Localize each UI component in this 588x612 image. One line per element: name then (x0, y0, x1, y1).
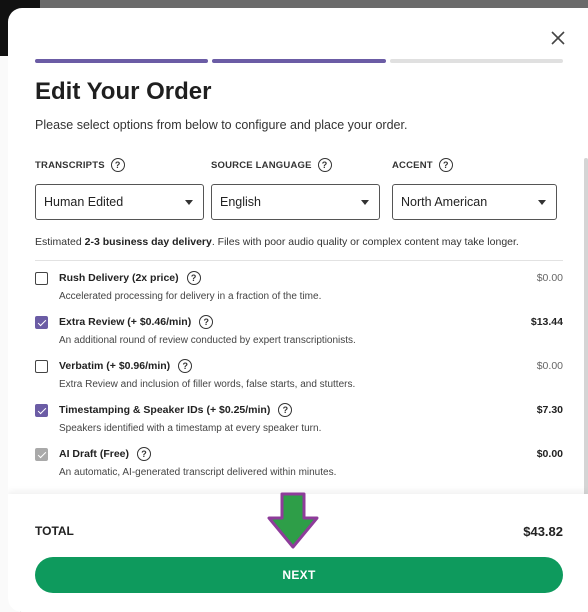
dropdown-caret-icon (538, 199, 546, 205)
annotation-down-arrow-icon (267, 492, 319, 549)
extra-review-checkbox[interactable] (35, 316, 48, 329)
transcripts-value: Human Edited (44, 195, 124, 209)
option-price: $0.00 (536, 360, 563, 372)
option-rush-delivery[interactable]: Rush Delivery (2x price) ? Accelerated p… (35, 270, 563, 310)
delivery-estimate-highlight: 2-3 business day delivery (84, 236, 212, 248)
rush-delivery-checkbox[interactable] (35, 272, 48, 285)
option-price: $7.30 (536, 404, 563, 416)
option-description: Accelerated processing for delivery in a… (59, 291, 322, 302)
help-icon[interactable]: ? (110, 158, 125, 172)
timestamping-checkbox[interactable] (35, 404, 48, 417)
accent-select[interactable]: North American (392, 184, 557, 220)
delivery-estimate: Estimated 2-3 business day delivery. Fil… (35, 236, 519, 248)
transcripts-select-group: TRANSCRIPTS ? Human Edited (35, 157, 204, 220)
option-price: $0.00 (536, 272, 563, 284)
ai-draft-checkbox (35, 448, 48, 461)
option-description: Speakers identified with a timestamp at … (59, 423, 322, 434)
help-icon[interactable]: ? (199, 315, 214, 329)
source-language-select-group: SOURCE LANGUAGE ? English (211, 157, 380, 220)
option-title: AI Draft (Free) (59, 448, 130, 460)
checkmark-icon (37, 317, 46, 326)
option-ai-draft: AI Draft (Free) ? An automatic, AI-gener… (35, 446, 563, 486)
option-description: An automatic, AI-generated transcript de… (59, 467, 337, 478)
transcripts-select[interactable]: Human Edited (35, 184, 204, 220)
source-language-label: SOURCE LANGUAGE (211, 159, 312, 171)
option-description: Extra Review and inclusion of filler wor… (59, 379, 356, 390)
progress-step-2 (212, 59, 386, 63)
section-divider (35, 260, 563, 261)
progress-step-3 (389, 59, 563, 63)
dropdown-caret-icon (185, 199, 193, 205)
option-title: Extra Review (+ $0.46/min) (59, 316, 192, 328)
option-verbatim[interactable]: Verbatim (+ $0.96/min) ? Extra Review an… (35, 358, 563, 398)
option-price: $13.44 (530, 316, 563, 328)
help-icon[interactable]: ? (137, 447, 152, 461)
help-icon[interactable]: ? (438, 158, 453, 172)
edit-order-modal: Edit Your Order Please select options fr… (8, 8, 588, 612)
accent-select-group: ACCENT ? North American (392, 157, 557, 220)
help-icon[interactable]: ? (317, 158, 332, 172)
option-extra-review[interactable]: Extra Review (+ $0.46/min) ? An addition… (35, 314, 563, 354)
close-icon[interactable] (548, 28, 568, 48)
next-button[interactable]: NEXT (35, 557, 563, 593)
verbatim-checkbox[interactable] (35, 360, 48, 373)
option-timestamping-speaker-ids[interactable]: Timestamping & Speaker IDs (+ $0.25/min)… (35, 402, 563, 442)
modal-subtitle: Please select options from below to conf… (35, 118, 408, 132)
transcripts-label: TRANSCRIPTS (35, 159, 105, 171)
total-value: $43.82 (523, 524, 563, 539)
accent-value: North American (401, 195, 488, 209)
checkmark-icon (37, 449, 46, 458)
option-price: $0.00 (536, 448, 563, 460)
checkmark-icon (37, 405, 46, 414)
help-icon[interactable]: ? (178, 359, 193, 373)
dropdown-caret-icon (361, 199, 369, 205)
help-icon[interactable]: ? (186, 271, 201, 285)
option-title: Verbatim (+ $0.96/min) (59, 360, 171, 372)
option-title: Timestamping & Speaker IDs (+ $0.25/min) (59, 404, 271, 416)
progress-step-1 (35, 59, 209, 63)
option-title: Rush Delivery (2x price) (59, 272, 179, 284)
accent-label: ACCENT (392, 159, 433, 171)
help-icon[interactable]: ? (278, 403, 293, 417)
modal-title: Edit Your Order (35, 78, 212, 105)
progress-steps (35, 59, 563, 63)
source-language-select[interactable]: English (211, 184, 380, 220)
source-language-value: English (220, 195, 261, 209)
option-description: An additional round of review conducted … (59, 335, 356, 346)
scrollbar[interactable] (584, 158, 588, 498)
total-label: TOTAL (35, 524, 74, 538)
